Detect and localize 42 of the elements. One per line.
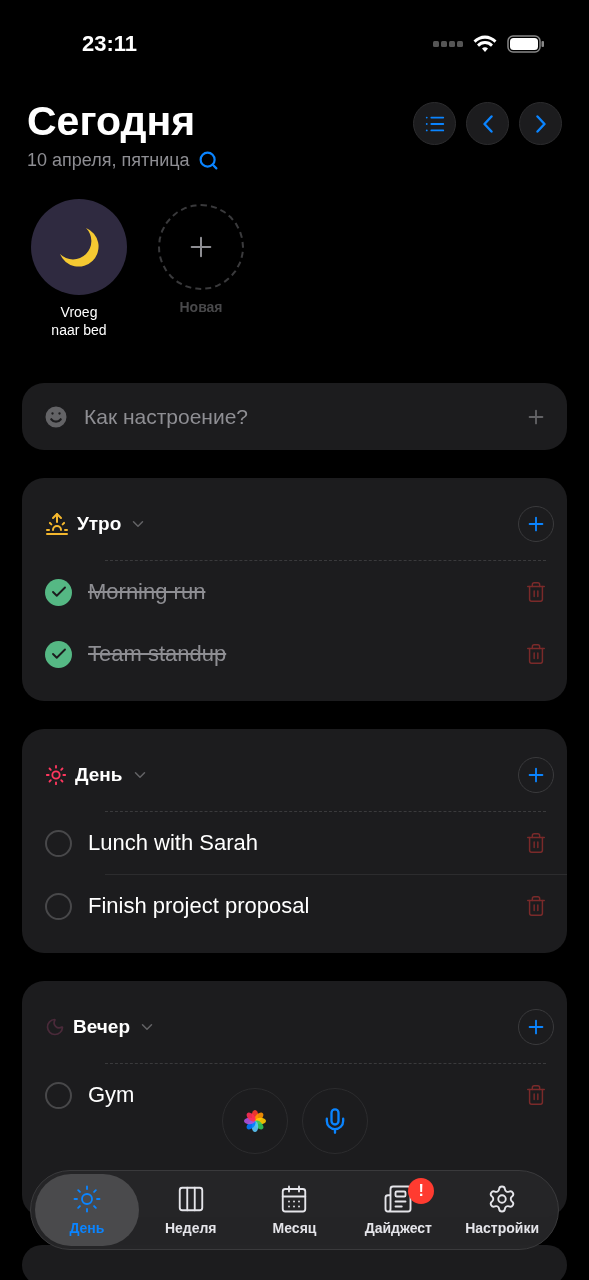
routine-label: Новая [179,298,223,316]
add-task-button[interactable] [518,506,554,542]
task-checkbox[interactable] [45,640,72,668]
wifi-icon [473,35,497,53]
search-icon[interactable] [197,150,219,171]
add-task-button[interactable] [518,757,554,793]
date-label: 10 апреля, пятница [27,150,190,171]
battery-icon [507,35,545,53]
sun-icon [45,764,67,786]
sun-icon [71,1184,102,1214]
moon-icon [45,1017,65,1037]
task-title: Team standup [88,641,228,667]
status-time: 23:11 [82,31,138,57]
tab[interactable]: Настройки [450,1174,554,1246]
previous-button[interactable] [466,102,509,145]
task-checkbox[interactable] [45,1081,72,1109]
signal-icon [433,41,463,47]
tab[interactable]: Месяц [242,1174,347,1246]
add-task-button[interactable] [518,1009,554,1045]
section-title[interactable]: Утро [77,513,122,535]
flower-icon [243,1109,267,1133]
task-title: Lunch with Sarah [88,830,259,856]
mood-prompt: Как настроение? [84,404,250,429]
task-title: Gym [88,1082,136,1108]
task-checkbox[interactable] [45,892,72,920]
notification-badge: ! [408,1178,435,1204]
tab[interactable]: Дайджест ! [346,1174,451,1246]
list-button[interactable] [413,102,456,145]
chevron-right-icon [535,114,546,133]
task-checkbox[interactable] [45,829,72,857]
task-checkbox[interactable] [45,578,72,606]
page-title: Сегодня [27,97,197,146]
section-title[interactable]: Вечер [73,1016,131,1038]
task-title: Finish project proposal [88,893,311,919]
section-title[interactable]: День [75,764,123,786]
sunrise-icon [45,512,69,536]
tab[interactable]: Неделя [138,1174,243,1246]
next-button[interactable] [519,102,562,145]
task-title: Morning run [88,579,207,605]
chevron-left-icon [482,114,493,133]
mood-card[interactable]: Как настроение? [22,383,567,450]
routine-label: Vroeg naar bed [51,303,107,339]
